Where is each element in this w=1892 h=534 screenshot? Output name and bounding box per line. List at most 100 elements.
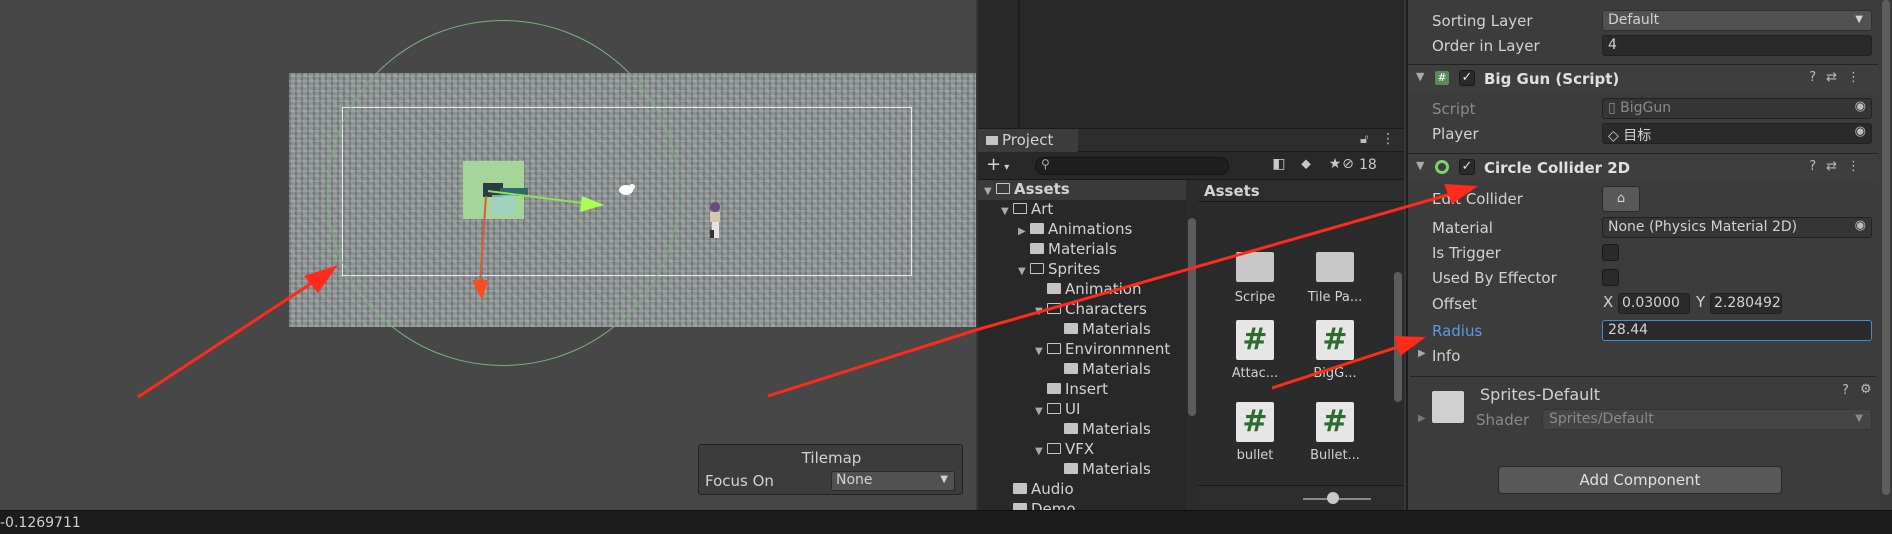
tree-item[interactable]: Animation <box>1035 280 1141 300</box>
asset-tile[interactable]: # Attac... <box>1220 320 1290 381</box>
offset-y-input[interactable]: 2.280492 <box>1710 293 1782 314</box>
object-picker-icon[interactable]: ◉ <box>1855 124 1866 139</box>
tree-item[interactable]: ▼ VFX <box>1035 440 1094 460</box>
gun-object[interactable] <box>483 183 528 215</box>
asset-tile[interactable]: # BigG... <box>1300 320 1370 381</box>
tree-item-label: Materials <box>1048 240 1117 258</box>
edit-collider-button[interactable]: ⌂ <box>1602 186 1640 212</box>
move-handle-y-arrow[interactable] <box>472 280 488 300</box>
tree-item[interactable]: ▼ Characters <box>1035 300 1147 320</box>
foldout-arrow-icon[interactable]: ▼ <box>1416 70 1424 83</box>
inspector-scrollbar[interactable] <box>1880 0 1892 510</box>
chevron-down-icon[interactable]: ▼ <box>1035 406 1047 417</box>
scene-view[interactable]: Tilemap Focus On None ▼ <box>0 0 976 510</box>
search-by-label-icon[interactable]: ⬥ <box>1296 156 1316 176</box>
chevron-down-icon[interactable]: ▼ <box>1001 206 1013 217</box>
project-panel: Project 🔓︎ ⋮ + ▾ ⚲ ◧ ⬥ ★ ⊘ 18 ▼ Assets ▼ Ar… <box>978 128 1404 511</box>
material-foldout-arrow-icon[interactable]: ▶ <box>1418 413 1426 424</box>
order-in-layer-input[interactable]: 4 <box>1602 35 1872 56</box>
chevron-down-icon[interactable]: ▼ <box>984 186 996 197</box>
asset-tile[interactable]: # Bullet... <box>1300 402 1370 463</box>
tree-item[interactable]: ▼ Sprites <box>1018 260 1100 280</box>
move-handle-x-arrow[interactable] <box>580 196 604 212</box>
tree-item[interactable]: ▼ Assets <box>984 180 1070 200</box>
object-picker-icon[interactable]: ◉ <box>1855 99 1866 114</box>
chevron-down-icon[interactable]: ▼ <box>1035 346 1047 357</box>
add-component-button[interactable]: Add Component <box>1498 466 1782 494</box>
shader-dropdown[interactable]: Sprites/Default ▼ <box>1542 409 1872 430</box>
help-icon[interactable]: ? <box>1842 383 1849 398</box>
is-trigger-checkbox[interactable] <box>1602 244 1619 261</box>
big-gun-component-header[interactable]: ▼ # ✓ Big Gun (Script) ?⇄⋮ <box>1408 64 1878 92</box>
material-name: Sprites-Default <box>1480 385 1601 404</box>
sorting-layer-dropdown[interactable]: Default ▼ <box>1602 10 1872 31</box>
status-bar: -0.1269711 <box>0 510 1892 534</box>
offset-x-input[interactable]: 0.03000 <box>1618 293 1690 314</box>
tree-scroll-thumb[interactable] <box>1188 218 1196 416</box>
component-header-icons[interactable]: ?⇄⋮ <box>1809 70 1870 85</box>
inspector-scroll-thumb[interactable] <box>1882 0 1890 495</box>
script-field[interactable]: ▯ BigGun ◉ <box>1602 98 1872 119</box>
focus-on-dropdown[interactable]: None ▼ <box>831 471 955 491</box>
material-field[interactable]: None (Physics Material 2D) ◉ <box>1602 217 1872 238</box>
tree-item[interactable]: Materials <box>1052 420 1151 440</box>
tree-item[interactable]: Materials <box>1018 240 1117 260</box>
tree-scrollbar[interactable] <box>1186 180 1198 511</box>
circle-collider-enabled-checkbox[interactable]: ✓ <box>1459 159 1475 175</box>
tree-item[interactable]: ▼ Environmnent <box>1035 340 1170 360</box>
radius-input[interactable]: 28.44 <box>1602 320 1872 341</box>
tree-item[interactable]: Materials <box>1052 320 1151 340</box>
lock-icon[interactable]: 🔓︎ <box>1360 132 1368 147</box>
tree-item[interactable]: ▶ Animations <box>1018 220 1132 240</box>
script-label: Script <box>1432 100 1476 118</box>
foldout-arrow-icon[interactable]: ▼ <box>1416 159 1424 172</box>
tree-item-label: Art <box>1031 200 1054 218</box>
assets-grid-pane: Assets Scripe Tile Pa... # Attac... # BigG...… <box>1198 180 1404 511</box>
hidden-packages-eye-icon[interactable]: ⊘ <box>1337 156 1359 176</box>
project-search-input[interactable]: ⚲ <box>1035 157 1229 175</box>
folder-icon <box>1316 252 1354 282</box>
status-message[interactable]: -0.1269711 <box>0 515 81 531</box>
asset-tile[interactable]: Tile Pa... <box>1300 252 1370 305</box>
chevron-down-icon[interactable]: ▼ <box>1035 446 1047 457</box>
tree-item[interactable]: Materials <box>1052 460 1151 480</box>
tree-item[interactable]: ▼ UI <box>1035 400 1080 420</box>
bird-sprite[interactable] <box>619 184 635 195</box>
material-section: Sprites-Default ▶ Shader Sprites/Default… <box>1410 376 1876 446</box>
component-header-icons[interactable]: ?⇄⋮ <box>1809 159 1870 174</box>
asset-tile-label: Bullet... <box>1310 448 1360 463</box>
hierarchy-panel-fragment <box>978 0 1404 128</box>
asset-tile[interactable]: # bullet <box>1220 402 1290 463</box>
object-picker-icon[interactable]: ◉ <box>1855 218 1866 233</box>
tree-item[interactable]: Insert <box>1035 380 1108 400</box>
move-handle-y[interactable] <box>479 195 487 285</box>
search-by-type-icon[interactable]: ◧ <box>1269 156 1289 176</box>
tab-project[interactable]: Project <box>978 129 1078 152</box>
info-row[interactable]: ▶ Info <box>1408 345 1878 367</box>
asset-tile[interactable]: Scripe <box>1220 252 1290 305</box>
chevron-down-icon[interactable]: ▼ <box>1035 306 1047 317</box>
info-foldout-arrow-icon[interactable]: ▶ <box>1418 348 1426 359</box>
focus-on-value: None <box>836 472 873 488</box>
tree-item[interactable]: Materials <box>1052 360 1151 380</box>
gear-icon[interactable]: ⚙ <box>1860 382 1872 397</box>
assets-scrollbar[interactable] <box>1392 202 1404 485</box>
player-sprite[interactable] <box>710 202 720 238</box>
circle-collider-component-header[interactable]: ▼ ✓ Circle Collider 2D ?⇄⋮ <box>1408 153 1878 181</box>
used-by-effector-checkbox[interactable] <box>1602 269 1619 286</box>
project-tab-bar: Project 🔓︎ ⋮ <box>978 129 1404 152</box>
kebab-menu-icon[interactable]: ⋮ <box>1381 131 1395 147</box>
create-asset-button[interactable]: + ▾ <box>986 154 1009 175</box>
player-field[interactable]: ◇ 目标 ◉ <box>1602 123 1872 144</box>
assets-scroll-thumb[interactable] <box>1394 272 1402 402</box>
script-file-icon: ▯ <box>1608 100 1621 116</box>
tree-item[interactable]: ▼ Art <box>1001 200 1053 220</box>
radius-row: Radius 28.44 <box>1408 320 1878 342</box>
icon-size-slider-handle[interactable] <box>1327 492 1339 504</box>
tree-item[interactable]: Audio <box>1001 480 1074 500</box>
asset-tile-label: BigG... <box>1313 366 1357 381</box>
big-gun-enabled-checkbox[interactable]: ✓ <box>1459 70 1475 86</box>
chevron-right-icon[interactable]: ▶ <box>1018 226 1030 237</box>
chevron-down-icon[interactable]: ▼ <box>1018 266 1030 277</box>
assets-breadcrumb[interactable]: Assets <box>1198 180 1404 202</box>
